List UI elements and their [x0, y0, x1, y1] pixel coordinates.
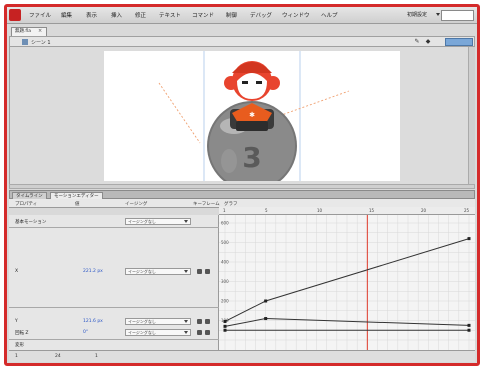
svg-text:✱: ✱	[249, 111, 255, 119]
zoom-select[interactable]	[445, 38, 473, 46]
property-row-y[interactable]: Y 121.6 px イージングなし	[9, 317, 219, 327]
ease-select[interactable]: イージングなし	[125, 329, 191, 336]
motion-path	[275, 90, 350, 118]
property-row-x[interactable]: X 221.2 px イージングなし	[9, 267, 219, 277]
close-icon[interactable]: ×	[38, 28, 42, 34]
column-value: 値	[75, 202, 80, 207]
stage-toolbar: シーン 1 ✎ ◆	[9, 36, 475, 47]
chevron-down-icon	[184, 331, 188, 334]
y-tick-label: 400	[221, 260, 229, 265]
tab-timeline[interactable]: タイムライン	[12, 192, 47, 199]
property-row-rotation[interactable]: 回転 Z 0° イージングなし	[9, 328, 219, 338]
menu-bar: ファイル 編集 表示 挿入 修正 テキスト コマンド 制御 デバッグ ウィンドウ…	[7, 7, 477, 24]
next-keyframe-icon[interactable]	[205, 330, 210, 335]
menu-modify[interactable]: 修正	[135, 11, 146, 19]
ruler-tick-label: 25	[464, 208, 470, 213]
app-window: ファイル 編集 表示 挿入 修正 テキスト コマンド 制御 デバッグ ウィンドウ…	[4, 4, 480, 366]
status-viewable-frames: 1	[95, 354, 98, 359]
workspace-switcher[interactable]: 初期設定	[405, 10, 435, 20]
app-logo-icon	[9, 9, 21, 21]
ruler-tick-label: 5	[265, 208, 268, 213]
y-tick-label: 300	[221, 279, 229, 284]
frame-ruler[interactable]: 1 5 10 15 20 25	[219, 207, 475, 215]
tab-motion-editor[interactable]: モーションエディター	[50, 192, 103, 199]
graph-canvas: 600500400300200100	[219, 215, 475, 350]
pasteboard: 3 ✱	[9, 47, 475, 191]
property-name: X	[15, 269, 19, 274]
vertical-scrollbar[interactable]	[468, 47, 475, 184]
keyframe-point	[223, 324, 227, 328]
property-row-transform[interactable]: 変形	[9, 340, 219, 350]
ruler-tick-label: 10	[317, 208, 323, 213]
ruler-tick-label: 15	[369, 208, 375, 213]
motion-graph[interactable]: 600500400300200100	[219, 215, 475, 350]
ruler-tick-label: 1	[223, 208, 226, 213]
chevron-down-icon	[436, 13, 440, 16]
property-name: Y	[15, 319, 18, 324]
motion-path	[158, 82, 201, 144]
status-frame-count: 24	[55, 354, 61, 359]
y-tick-label: 500	[221, 240, 229, 245]
property-value[interactable]: 221.2 px	[83, 269, 103, 274]
property-list: 基本モーション イージングなし X 221.2 px イージングなし Y 121…	[9, 215, 475, 350]
property-value[interactable]: 121.6 px	[83, 319, 103, 324]
y-tick-label: 600	[221, 221, 229, 226]
menu-commands[interactable]: コマンド	[192, 11, 214, 19]
prev-keyframe-icon[interactable]	[197, 269, 202, 274]
prev-keyframe-icon[interactable]	[197, 319, 202, 324]
keyframe-point	[223, 328, 227, 332]
column-ease: イージング	[125, 202, 148, 207]
stage-artwork: 3 ✱	[158, 51, 350, 191]
ease-select[interactable]: イージングなし	[125, 218, 191, 225]
help-search-input[interactable]	[441, 10, 474, 21]
stage-canvas[interactable]: 3 ✱	[104, 51, 400, 191]
menu-file[interactable]: ファイル	[29, 11, 51, 19]
keyframe-point	[264, 299, 268, 303]
menu-view[interactable]: 表示	[86, 11, 97, 19]
next-keyframe-icon[interactable]	[205, 269, 210, 274]
property-name: 変形	[15, 343, 24, 348]
property-value[interactable]: 0°	[83, 330, 88, 335]
edit-symbols-icon[interactable]: ✎	[413, 38, 421, 46]
keyframe-point	[264, 317, 268, 321]
property-row-basic-motion[interactable]: 基本モーション イージングなし	[9, 217, 219, 227]
status-current-frame: 1	[15, 354, 18, 359]
monkey-character[interactable]: ✱	[224, 61, 280, 131]
ruler-tick-label: 20	[421, 208, 427, 213]
y-tick-label: 200	[221, 299, 229, 304]
property-name: 基本モーション	[15, 220, 47, 225]
status-bar: 1 24 1	[9, 350, 475, 362]
chevron-down-icon	[184, 320, 188, 323]
chevron-down-icon	[184, 220, 188, 223]
column-property: プロパティ	[15, 202, 38, 207]
menu-debug[interactable]: デバッグ	[250, 11, 272, 19]
horizontal-scrollbar[interactable]	[9, 184, 475, 189]
ease-select[interactable]: イージングなし	[125, 318, 191, 325]
prev-keyframe-icon[interactable]	[197, 330, 202, 335]
scene-icon	[22, 39, 28, 45]
menu-control[interactable]: 制御	[226, 11, 237, 19]
column-keyframe: キーフレーム	[193, 202, 220, 207]
keyframe-point	[223, 319, 227, 323]
keyframe-point	[467, 328, 471, 332]
next-keyframe-icon[interactable]	[205, 319, 210, 324]
menu-text[interactable]: テキスト	[159, 11, 181, 19]
keyframe-point	[467, 323, 471, 327]
edit-scene-icon[interactable]: ◆	[424, 38, 432, 46]
menu-window[interactable]: ウィンドウ	[282, 11, 310, 19]
scene-label[interactable]: シーン 1	[31, 39, 51, 46]
chevron-down-icon	[184, 270, 188, 273]
menu-edit[interactable]: 編集	[61, 11, 72, 19]
keyframe-point	[467, 237, 471, 241]
menu-help[interactable]: ヘルプ	[321, 11, 338, 19]
menu-insert[interactable]: 挿入	[111, 11, 122, 19]
panel-tabs: タイムライン モーションエディター	[9, 190, 475, 199]
ease-select[interactable]: イージングなし	[125, 268, 191, 275]
property-name: 回転 Z	[15, 331, 29, 336]
ball-number: 3	[242, 141, 261, 174]
